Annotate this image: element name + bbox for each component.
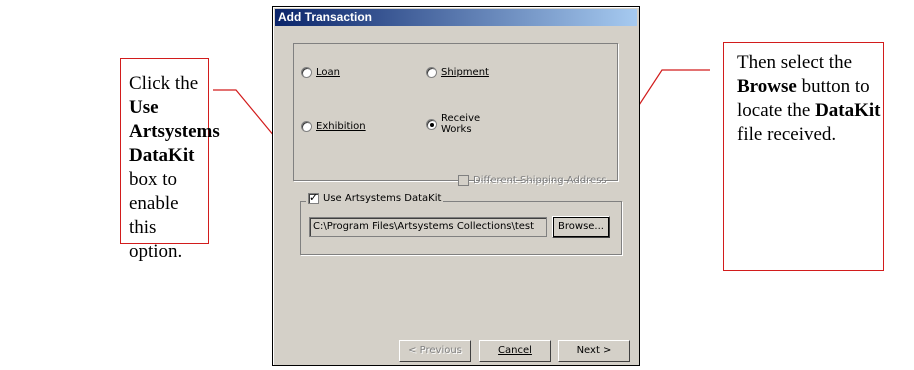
radio-loan[interactable]: Loan (301, 67, 340, 78)
left-callout-text-1: Click the (129, 73, 199, 94)
datakit-path-field[interactable]: C:\Program Files\Artsystems Collections\… (309, 217, 547, 237)
left-callout: Click the Use Artsystems DataKit box to … (120, 58, 220, 262)
use-datakit-checkbox[interactable]: Use Artsystems DataKit (306, 191, 444, 204)
radio-exhibition-indicator[interactable] (301, 121, 312, 132)
different-shipping-box[interactable] (458, 175, 469, 186)
different-shipping-label: Different Shipping Address (473, 175, 607, 186)
use-datakit-label: Use Artsystems DataKit (323, 193, 442, 204)
right-callout-bold-browse: Browse (737, 76, 797, 97)
radio-loan-indicator[interactable] (301, 67, 312, 78)
radio-exhibition[interactable]: Exhibition (301, 121, 366, 132)
right-callout-bold-datakit: DataKit (815, 100, 881, 121)
right-callout-text-3: file received. (737, 124, 837, 145)
right-callout: Then select the Browse button to locate … (723, 42, 884, 271)
previous-button[interactable]: < Previous (399, 340, 471, 362)
receive-label-line2: Works (441, 124, 472, 135)
browse-button[interactable]: Browse... (552, 216, 610, 238)
radio-receive-works-indicator[interactable] (426, 118, 437, 130)
radio-exhibition-label: Exhibition (316, 121, 366, 132)
use-datakit-box[interactable] (308, 191, 319, 204)
right-callout-text-1: Then select the (737, 52, 853, 73)
different-shipping-checkbox[interactable]: Different Shipping Address (458, 175, 607, 186)
dialog-title: Add Transaction (278, 10, 373, 24)
radio-loan-label: Loan (316, 67, 340, 78)
receive-label-line1: Receive (441, 113, 481, 124)
left-callout-text-2: box to enable this option. (129, 169, 183, 262)
next-button[interactable]: Next > (558, 340, 630, 362)
radio-receive-works-label: Receive Works (441, 113, 480, 135)
radio-receive-works[interactable]: Receive Works (426, 113, 480, 135)
cancel-label: Cancel (498, 345, 532, 356)
add-transaction-dialog: Add Transaction Loan Shipment Exhibition… (272, 6, 640, 366)
next-label: Next > (576, 345, 612, 356)
transaction-type-group (293, 43, 618, 181)
radio-shipment[interactable]: Shipment (426, 67, 489, 78)
radio-shipment-indicator[interactable] (426, 67, 437, 78)
radio-shipment-label: Shipment (441, 67, 489, 78)
left-callout-bold: Use Artsystems DataKit (129, 97, 220, 166)
cancel-button[interactable]: Cancel (479, 340, 551, 362)
dialog-titlebar[interactable]: Add Transaction (275, 9, 637, 26)
